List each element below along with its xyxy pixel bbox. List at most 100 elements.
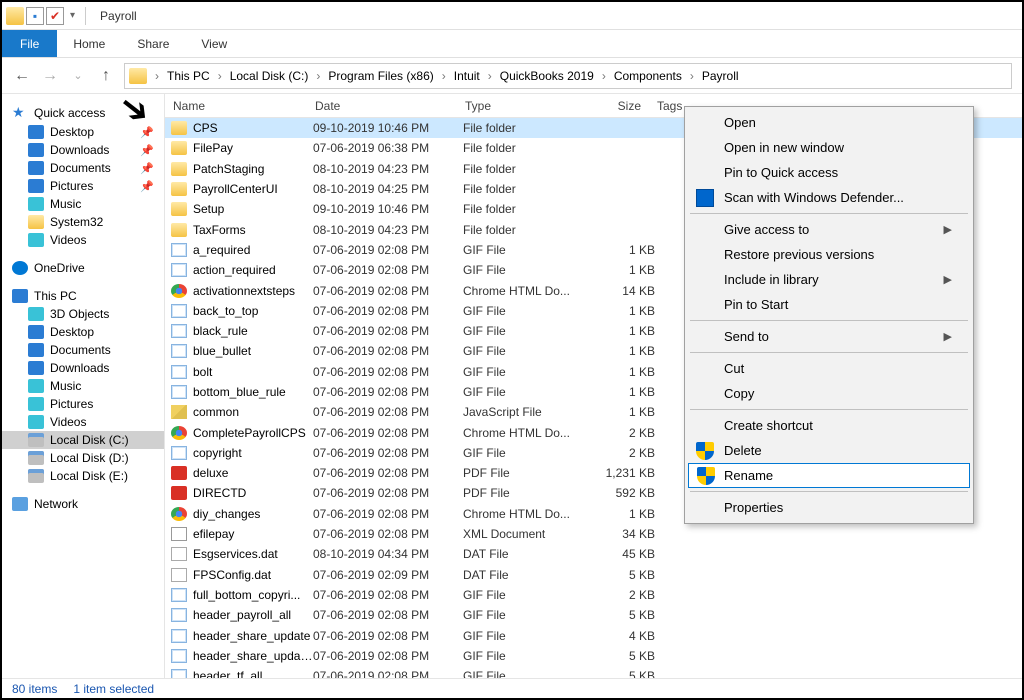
forward-button[interactable]: → (40, 67, 60, 85)
ctx-delete[interactable]: Delete (688, 438, 970, 463)
file-row[interactable]: full_bottom_copyri...07-06-2019 02:08 PM… (165, 585, 1022, 605)
file-icon (171, 669, 187, 678)
qat-button-2[interactable]: ✔ (46, 7, 64, 25)
file-row[interactable]: header_share_update07-06-2019 02:08 PMGI… (165, 625, 1022, 645)
crumb[interactable]: Intuit (450, 69, 484, 83)
shield-icon (697, 467, 715, 485)
window-title: Payroll (100, 9, 137, 23)
sidebar-item[interactable]: Local Disk (D:) (2, 449, 164, 467)
share-tab[interactable]: Share (121, 30, 185, 57)
file-row[interactable]: header_tf_all07-06-2019 02:08 PMGIF File… (165, 666, 1022, 678)
col-date[interactable]: Date (307, 99, 457, 113)
crumb[interactable]: Program Files (x86) (324, 69, 437, 83)
file-row[interactable]: header_payroll_all07-06-2019 02:08 PMGIF… (165, 605, 1022, 625)
ctx-send-to[interactable]: Send to▶ (688, 324, 970, 349)
sidebar-item[interactable]: Local Disk (E:) (2, 467, 164, 485)
crumb[interactable]: Local Disk (C:) (226, 69, 313, 83)
item-icon (28, 215, 44, 229)
item-icon (28, 361, 44, 375)
ctx-open[interactable]: Open (688, 110, 970, 135)
qat-overflow[interactable]: ▾ (66, 10, 79, 21)
col-size[interactable]: Size (575, 99, 649, 113)
crumb[interactable]: Components (610, 69, 686, 83)
sidebar-item[interactable]: System32 (2, 213, 164, 231)
crumb[interactable]: Payroll (698, 69, 743, 83)
sidebar-item[interactable]: Desktop (2, 323, 164, 341)
sidebar-item[interactable]: Music (2, 195, 164, 213)
address-bar[interactable]: › This PC› Local Disk (C:)› Program File… (124, 63, 1012, 89)
pc-icon (12, 289, 28, 303)
menu-bar: File Home Share View (2, 30, 1022, 58)
ctx-include-lib[interactable]: Include in library▶ (688, 267, 970, 292)
cloud-icon (12, 261, 28, 275)
onedrive-group[interactable]: OneDrive (2, 259, 164, 277)
home-tab[interactable]: Home (57, 30, 121, 57)
crumb[interactable]: QuickBooks 2019 (496, 69, 598, 83)
file-row[interactable]: efilepay07-06-2019 02:08 PMXML Document3… (165, 524, 1022, 544)
file-icon (171, 243, 187, 257)
item-count: 80 items (12, 682, 57, 696)
file-icon (171, 547, 187, 561)
sidebar-item[interactable]: Pictures📌 (2, 177, 164, 195)
qat-button-1[interactable]: ▪ (26, 7, 44, 25)
ctx-rename[interactable]: Rename (688, 463, 970, 488)
up-button[interactable]: ↑ (96, 67, 116, 85)
ctx-copy[interactable]: Copy (688, 381, 970, 406)
sidebar-item[interactable]: Documents (2, 341, 164, 359)
ctx-open-new[interactable]: Open in new window (688, 135, 970, 160)
network-group[interactable]: Network (2, 495, 164, 513)
sidebar-item[interactable]: Downloads (2, 359, 164, 377)
quick-access-group[interactable]: ★Quick access (2, 102, 164, 123)
defender-icon (696, 189, 714, 207)
file-icon (171, 466, 187, 480)
pin-icon: 📌 (140, 162, 154, 175)
thispc-group[interactable]: This PC (2, 287, 164, 305)
sidebar-item[interactable]: Music (2, 377, 164, 395)
item-icon (28, 307, 44, 321)
sidebar-item[interactable]: Pictures (2, 395, 164, 413)
file-icon (171, 608, 187, 622)
recent-dropdown[interactable]: ⌄ (68, 69, 88, 82)
file-row[interactable]: header_share_updat...07-06-2019 02:08 PM… (165, 646, 1022, 666)
ctx-shortcut[interactable]: Create shortcut (688, 413, 970, 438)
file-icon (171, 223, 187, 237)
file-menu[interactable]: File (2, 30, 57, 57)
file-row[interactable]: FPSConfig.dat07-06-2019 02:09 PMDAT File… (165, 565, 1022, 585)
ctx-pin-qa[interactable]: Pin to Quick access (688, 160, 970, 185)
sidebar-item[interactable]: Videos (2, 231, 164, 249)
sidebar-item[interactable]: Downloads📌 (2, 141, 164, 159)
pin-icon: 📌 (140, 180, 154, 193)
view-tab[interactable]: View (185, 30, 243, 57)
ctx-defender[interactable]: Scan with Windows Defender... (688, 185, 970, 210)
item-icon (28, 433, 44, 447)
sidebar-item[interactable]: 3D Objects (2, 305, 164, 323)
ctx-give-access[interactable]: Give access to▶ (688, 217, 970, 242)
ctx-pin-start[interactable]: Pin to Start (688, 292, 970, 317)
nav-bar: ← → ⌄ ↑ › This PC› Local Disk (C:)› Prog… (2, 58, 1022, 94)
sidebar-item[interactable]: Documents📌 (2, 159, 164, 177)
item-icon (28, 197, 44, 211)
col-name[interactable]: Name (165, 99, 307, 113)
folder-icon (129, 68, 147, 84)
col-type[interactable]: Type (457, 99, 575, 113)
file-icon (171, 507, 187, 521)
nav-pane: ★Quick access Desktop📌Downloads📌Document… (2, 94, 165, 678)
sidebar-item[interactable]: Desktop📌 (2, 123, 164, 141)
ctx-properties[interactable]: Properties (688, 495, 970, 520)
file-icon (171, 162, 187, 176)
item-icon (28, 233, 44, 247)
item-icon (28, 143, 44, 157)
sidebar-item[interactable]: Videos (2, 413, 164, 431)
ctx-cut[interactable]: Cut (688, 356, 970, 381)
context-menu: Open Open in new window Pin to Quick acc… (684, 106, 974, 524)
back-button[interactable]: ← (12, 67, 32, 85)
sidebar-item[interactable]: Local Disk (C:) (2, 431, 164, 449)
item-icon (28, 343, 44, 357)
file-icon (171, 304, 187, 318)
file-icon (171, 649, 187, 663)
file-row[interactable]: Esgservices.dat08-10-2019 04:34 PMDAT Fi… (165, 544, 1022, 564)
ctx-restore[interactable]: Restore previous versions (688, 242, 970, 267)
file-icon (171, 426, 187, 440)
crumb[interactable]: This PC (163, 69, 214, 83)
item-icon (28, 179, 44, 193)
